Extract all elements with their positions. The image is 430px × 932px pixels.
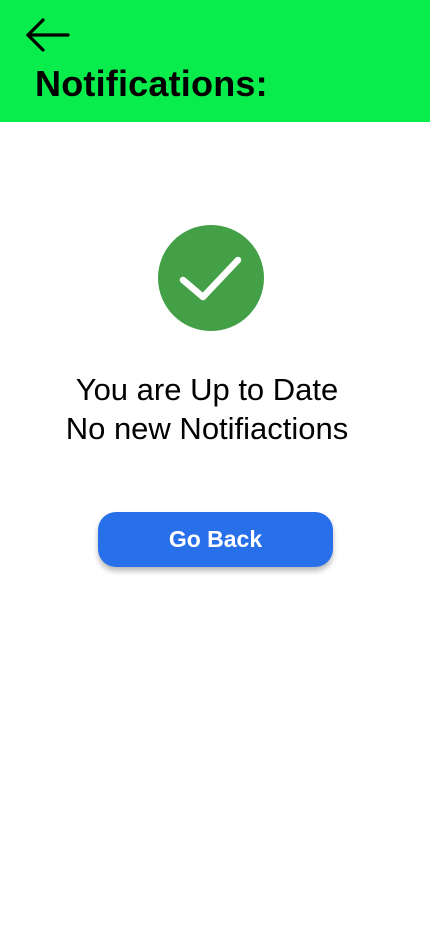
back-button[interactable] xyxy=(24,16,72,56)
status-line-up-to-date: You are Up to Date xyxy=(75,372,339,407)
page-title: Notifications: xyxy=(35,63,268,104)
status-line-no-notifications: No new Notifiactions xyxy=(65,411,349,446)
header-bar: Notifications: xyxy=(0,0,430,122)
notifications-screen: Notifications: You are Up to Date No new… xyxy=(0,0,430,932)
go-back-button[interactable]: Go Back xyxy=(98,512,333,567)
status-message: You are Up to Date No new Notifiactions xyxy=(0,370,422,448)
arrow-left-icon xyxy=(26,18,70,52)
check-circle-icon xyxy=(157,224,265,332)
